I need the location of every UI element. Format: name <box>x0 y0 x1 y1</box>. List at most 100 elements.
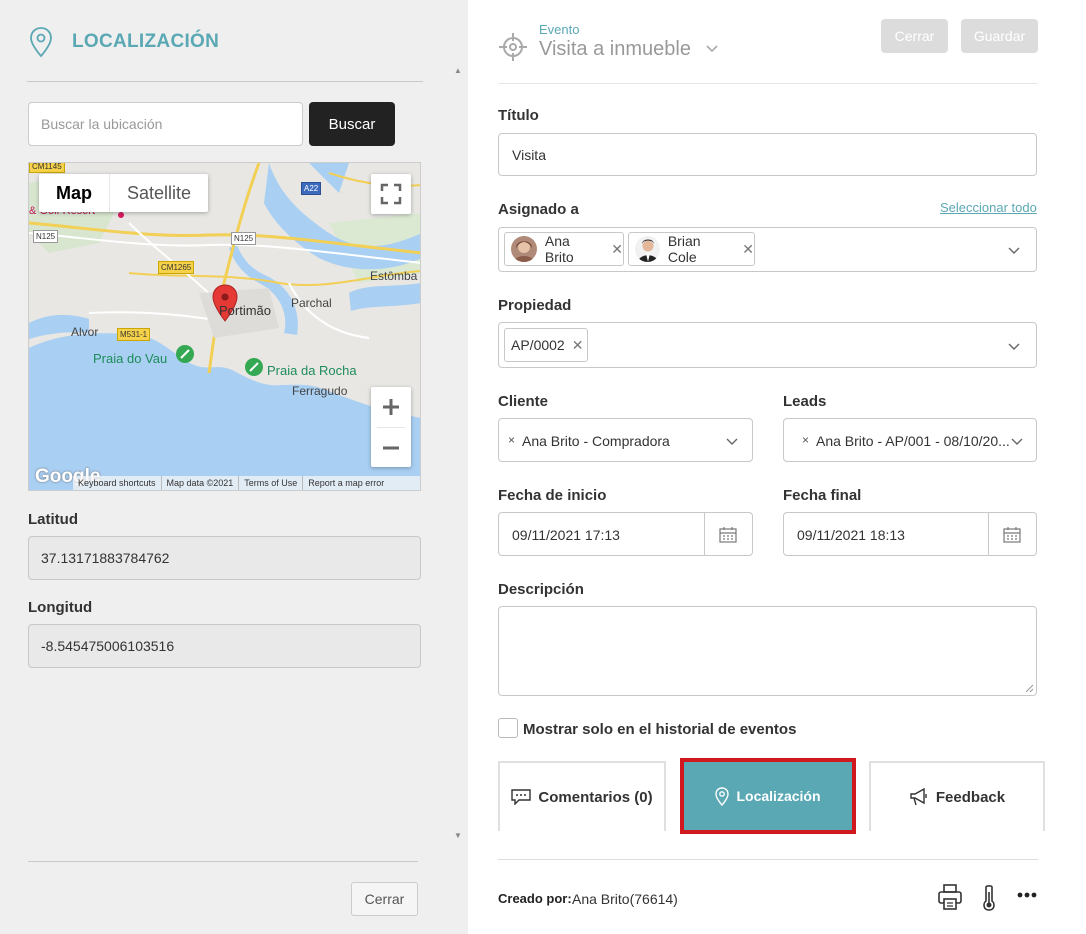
road-label: N125 <box>33 230 59 243</box>
latitude-label: Latitud <box>28 511 78 528</box>
chevron-down-icon[interactable] <box>706 44 718 54</box>
comment-icon <box>511 789 532 805</box>
client-label: Cliente <box>498 393 549 410</box>
description-label: Descripción <box>498 581 584 598</box>
event-caption: Evento <box>539 22 580 37</box>
remove-icon[interactable]: ✕ <box>572 337 584 354</box>
remove-icon[interactable]: ✕ <box>611 241 623 258</box>
place-label: Alvor <box>71 325 99 339</box>
start-date-value: 09/11/2021 17:13 <box>512 527 620 543</box>
divider <box>704 513 705 555</box>
map-data-text: Map data ©2021 <box>162 476 240 490</box>
minus-icon <box>383 446 399 450</box>
place-label: Praia do Vau <box>93 351 168 366</box>
end-date-label: Fecha final <box>783 487 862 504</box>
tab-comments-label: Comentarios (0) <box>538 788 653 806</box>
megaphone-icon <box>910 788 927 806</box>
road-label: N125 <box>231 232 257 245</box>
client-value: Ana Brito - Compradora <box>522 433 670 449</box>
property-label: Propiedad <box>498 297 572 314</box>
save-button[interactable]: Guardar <box>961 19 1038 53</box>
remove-icon[interactable]: ✕ <box>742 241 754 258</box>
property-chip: AP/0002 ✕ <box>504 328 588 362</box>
end-date-input[interactable]: 09/11/2021 18:13 <box>783 512 1037 556</box>
thermometer-icon[interactable] <box>980 884 998 912</box>
zoom-control <box>371 387 411 467</box>
end-date-value: 09/11/2021 18:13 <box>797 527 905 543</box>
place-label: Portimão <box>219 303 272 318</box>
close-button[interactable]: Cerrar <box>881 19 948 53</box>
map-type-satellite[interactable]: Satellite <box>110 174 208 212</box>
tab-feedback[interactable]: Feedback <box>869 761 1045 831</box>
title-input[interactable]: Visita <box>498 133 1037 176</box>
location-header: LOCALIZACIÓN <box>28 26 219 58</box>
chevron-down-icon <box>1008 247 1020 254</box>
avatar <box>511 236 537 262</box>
map-pin-icon <box>715 786 730 806</box>
place-label: Praia da Rocha <box>267 363 357 378</box>
keyboard-shortcuts-link[interactable]: Keyboard shortcuts <box>73 476 162 490</box>
terms-link[interactable]: Terms of Use <box>239 476 304 490</box>
longitude-field: -8.545475006103516 <box>28 624 421 668</box>
location-panel: LOCALIZACIÓN Buscar la ubicación Buscar … <box>0 0 468 934</box>
plus-icon <box>383 399 399 415</box>
location-search-input[interactable] <box>28 102 303 146</box>
chevron-down-icon <box>1008 343 1020 350</box>
title-label: Título <box>498 107 539 124</box>
divider <box>988 513 989 555</box>
avatar <box>635 236 660 262</box>
zoom-out-button[interactable] <box>371 428 411 468</box>
road-label: M531-1 <box>117 328 151 341</box>
calendar-icon[interactable] <box>1003 526 1021 543</box>
start-date-label: Fecha de inicio <box>498 487 607 504</box>
map[interactable]: Portimão Alvor Parchal Estômba Praia do … <box>28 162 421 491</box>
longitude-label: Longitud <box>28 599 93 616</box>
target-icon <box>499 33 527 61</box>
place-label: Ferragudo <box>292 384 348 398</box>
more-options-icon[interactable] <box>1017 891 1037 899</box>
remove-icon[interactable]: × <box>802 433 809 447</box>
scroll-down-icon[interactable]: ▼ <box>454 831 462 840</box>
place-label: Parchal <box>291 296 332 310</box>
print-icon[interactable] <box>938 884 962 910</box>
chevron-down-icon <box>1011 438 1023 445</box>
assignee-chip: Ana Brito ✕ <box>504 232 624 266</box>
map-type-map[interactable]: Map <box>39 174 109 212</box>
divider <box>498 83 1038 84</box>
calendar-icon[interactable] <box>719 526 737 543</box>
title-value: Visita <box>512 147 546 163</box>
road-label: A22 <box>301 182 322 195</box>
select-all-link[interactable]: Seleccionar todo <box>940 200 1037 215</box>
event-type-select[interactable]: Visita a inmueble <box>539 38 691 61</box>
tab-feedback-label: Feedback <box>935 788 1006 806</box>
remove-icon[interactable]: × <box>508 433 515 447</box>
property-select[interactable]: AP/0002 ✕ <box>498 322 1037 368</box>
map-footer: Keyboard shortcuts Map data ©2021 Terms … <box>73 476 420 490</box>
close-location-button[interactable]: Cerrar <box>351 882 418 916</box>
resize-handle-icon[interactable] <box>1025 684 1034 693</box>
history-only-checkbox[interactable] <box>498 718 518 738</box>
assigned-label: Asignado a <box>498 201 579 218</box>
tab-comments[interactable]: Comentarios (0) <box>498 761 666 831</box>
road-label: CM1265 <box>158 261 195 274</box>
leads-label: Leads <box>783 393 827 410</box>
leads-value: Ana Brito - AP/001 - 08/10/20... <box>816 433 1010 449</box>
event-form: Evento Visita a inmueble Cerrar Guardar … <box>468 0 1086 934</box>
divider <box>27 81 423 82</box>
tab-location[interactable]: Localización <box>680 758 856 834</box>
tab-location-label: Localización <box>736 788 821 804</box>
divider <box>28 861 418 862</box>
search-button[interactable]: Buscar <box>309 102 395 146</box>
created-by-value: Ana Brito(76614) <box>572 891 678 907</box>
start-date-input[interactable]: 09/11/2021 17:13 <box>498 512 753 556</box>
report-error-link[interactable]: Report a map error <box>303 476 389 490</box>
client-select[interactable]: × Ana Brito - Compradora <box>498 418 753 462</box>
assigned-select[interactable]: Ana Brito ✕ Brian Cole ✕ <box>498 227 1037 272</box>
leads-select[interactable]: × Ana Brito - AP/001 - 08/10/20... <box>783 418 1037 462</box>
panel-title: LOCALIZACIÓN <box>72 31 220 52</box>
fullscreen-button[interactable] <box>371 174 411 214</box>
zoom-in-button[interactable] <box>371 387 411 427</box>
description-textarea[interactable] <box>498 606 1037 696</box>
scroll-up-icon[interactable]: ▲ <box>454 66 462 75</box>
map-type-control: Map Satellite <box>39 174 209 212</box>
